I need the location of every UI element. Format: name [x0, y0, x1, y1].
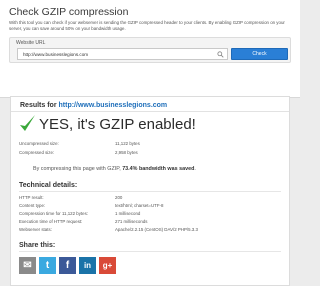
tech-label: Webserver stats: — [19, 227, 52, 232]
url-input[interactable]: http://www.businesslegions.com — [17, 48, 228, 60]
facebook-share-button[interactable]: f — [59, 257, 76, 274]
url-form: Website URL http://www.businesslegions.c… — [9, 37, 291, 63]
check-button[interactable]: Check — [231, 48, 288, 60]
stat-value: 2,958 bytes — [115, 150, 138, 155]
url-input-value: http://www.businesslegions.com — [23, 52, 89, 57]
tech-label: Content type: — [19, 203, 46, 208]
tech-value: text/html; charset=UTF-8 — [115, 203, 164, 208]
email-icon: ✉ — [23, 260, 32, 271]
twitter-share-button[interactable]: t — [39, 257, 56, 274]
facebook-icon: f — [65, 260, 70, 271]
results-panel: Results for http://www.businesslegions.c… — [10, 96, 290, 286]
tech-label: Execution time of HTTP request: — [19, 219, 83, 224]
tech-value: 200 — [115, 195, 123, 200]
tech-label: HTTP result: — [19, 195, 44, 200]
technical-heading: Technical details: — [19, 182, 78, 189]
results-url-link[interactable]: http://www.businesslegions.com — [59, 102, 168, 109]
divider — [19, 251, 281, 252]
google-plus-share-button[interactable]: g+ — [99, 257, 116, 274]
saved-suffix: . — [194, 166, 196, 172]
linkedin-share-button[interactable]: in — [79, 257, 96, 274]
stat-label: Compressed size: — [19, 150, 55, 155]
search-icon — [217, 51, 224, 58]
twitter-icon: t — [45, 260, 50, 271]
gzip-verdict: YES, it's GZIP enabled! — [39, 116, 196, 133]
results-title: Results for http://www.businesslegions.c… — [20, 102, 167, 109]
divider — [19, 191, 281, 192]
linkedin-icon: in — [83, 261, 92, 270]
tech-label: Compression time for 11,122 bytes: — [19, 211, 88, 216]
google-plus-icon: g+ — [102, 261, 113, 270]
stat-value: 11,122 bytes — [115, 141, 140, 146]
saved-prefix: By compressing this page with GZIP, — [33, 166, 121, 172]
checkmark-icon — [20, 115, 35, 131]
tech-value: Apache/2.2.15 (CentOS) DAV/2 PHP/5.3.3 — [115, 227, 198, 232]
tech-value: 271 milliseconds — [115, 219, 148, 224]
intro-text: With this tool you can check if your web… — [9, 20, 285, 32]
verdict-row: YES, it's GZIP enabled! — [19, 114, 279, 136]
url-label: Website URL — [16, 40, 46, 46]
results-prefix: Results for — [20, 102, 57, 109]
share-heading: Share this: — [19, 242, 56, 249]
divider — [11, 111, 289, 112]
bandwidth-saved-text: By compressing this page with GZIP, 73.4… — [33, 166, 196, 172]
stat-label: Uncompressed size: — [19, 141, 59, 146]
tech-value: 1 millisecond — [115, 211, 141, 216]
saved-bold: 73.4% bandwidth was saved — [122, 166, 195, 172]
share-buttons: ✉ t f in g+ — [19, 257, 149, 275]
page-title: Check GZIP compression — [9, 6, 129, 18]
email-share-button[interactable]: ✉ — [19, 257, 36, 274]
header-panel: Check GZIP compression With this tool yo… — [0, 0, 300, 98]
